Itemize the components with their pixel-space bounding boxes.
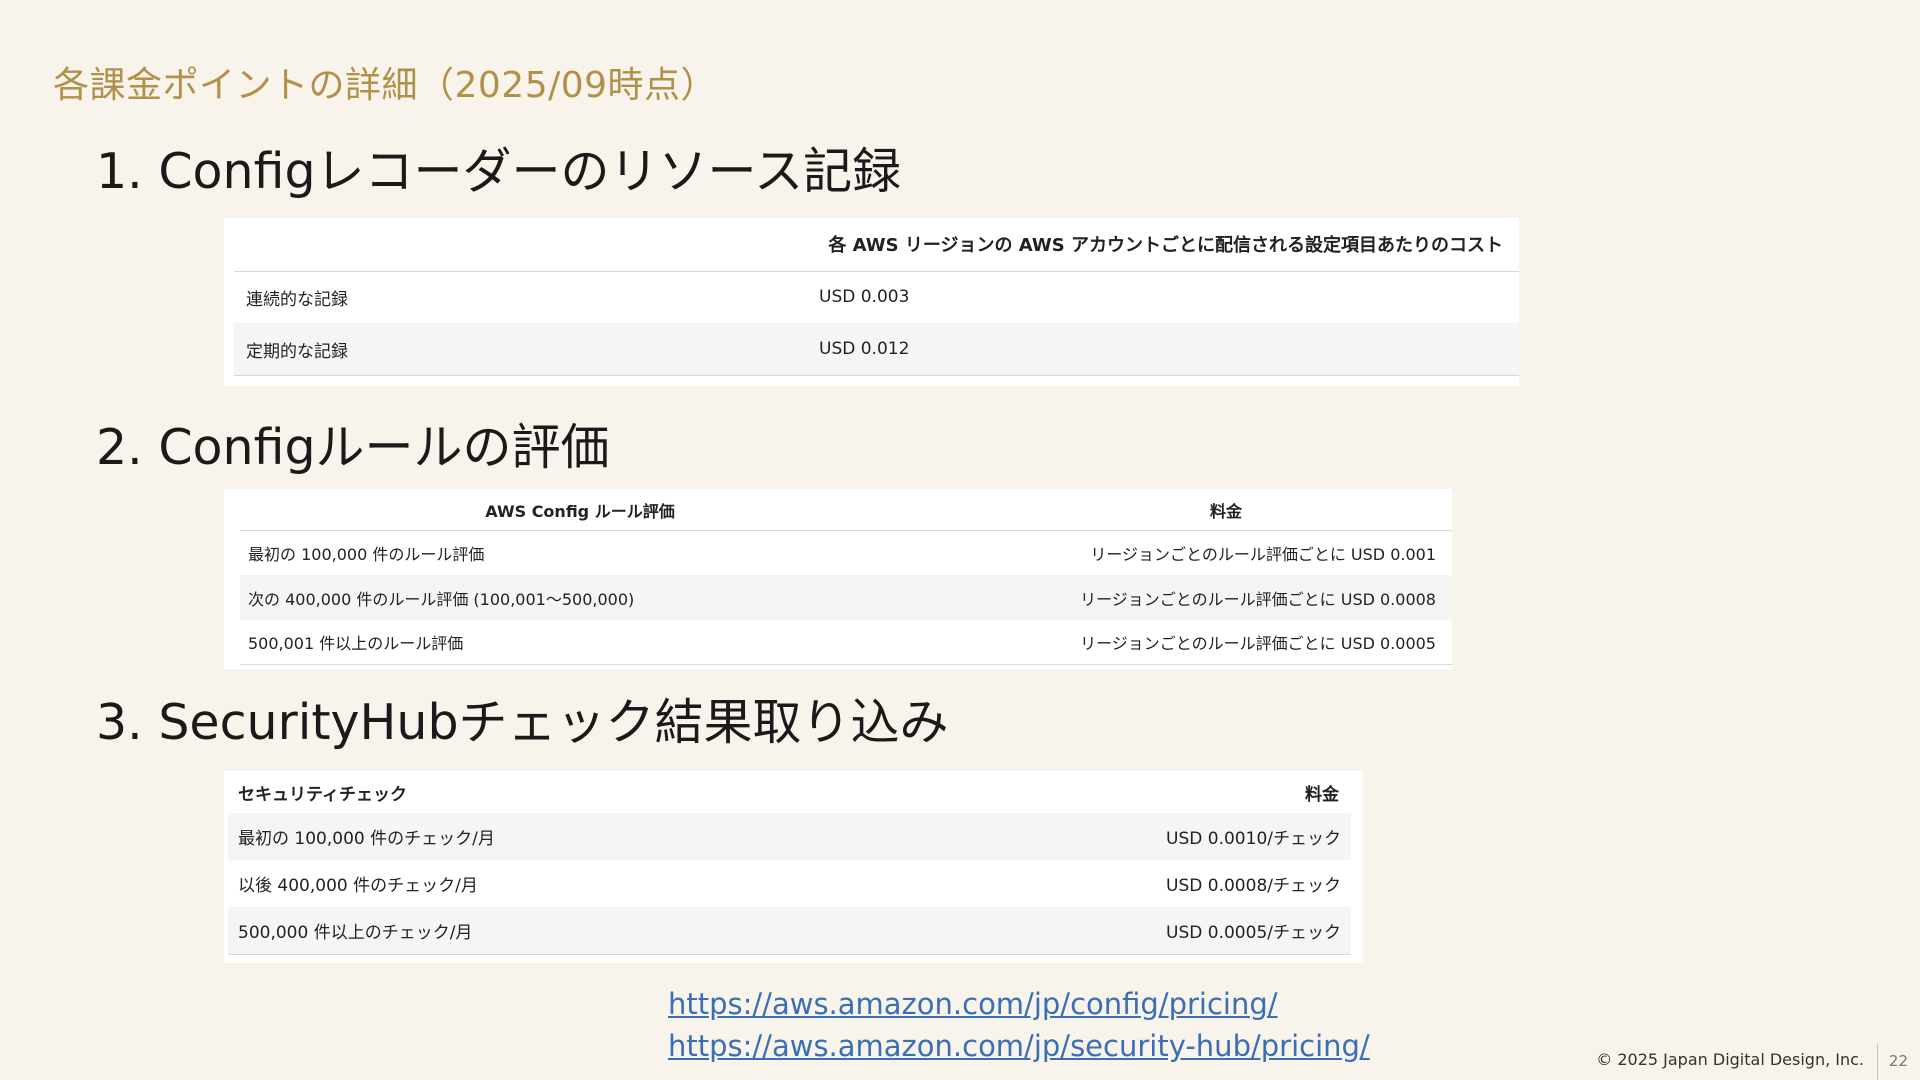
table-cell: 以後 400,000 件のチェック/月 [238,876,478,897]
config-pricing-link[interactable]: https://aws.amazon.com/jp/config/pricing… [668,983,1370,1025]
table-row: 以後 400,000 件のチェック/月 USD 0.0008/チェック [228,860,1351,907]
table-header-row: AWS Config ルール評価 料金 [240,489,1452,532]
security-hub-pricing-table: セキュリティチェック 料金 最初の 100,000 件のチェック/月 USD 0… [224,771,1363,963]
config-rules-pricing-table: AWS Config ルール評価 料金 最初の 100,000 件のルール評価 … [224,489,1452,669]
table-cell: 500,001 件以上のルール評価 [240,619,920,665]
table-row: 連続的な記録 USD 0.003 [234,271,1519,323]
table-cell: 定期的な記録 [234,323,726,377]
footer-divider [1877,1044,1878,1080]
table-header-row: 各 AWS リージョンの AWS アカウントごとに配信される設定項目あたりのコス… [234,218,1519,272]
table-header-cell [234,218,726,272]
table-cell: USD 0.0005/チェック [886,907,1351,956]
table-header-cell: セキュリティチェック [238,784,407,805]
section-heading-config-rules: 2. Configルールの評価 [96,419,610,476]
table-header-cell: 料金 [1305,784,1339,805]
page-title: 各課金ポイントの詳細（2025/09時点） [53,65,718,106]
table-header-cell: 料金 [920,489,1452,532]
table-cell: 連続的な記録 [246,289,348,310]
table-row: 次の 400,000 件のルール評価 (100,001〜500,000) リージ… [240,575,1452,620]
section-heading-config-recorder: 1. Configレコーダーのリソース記録 [96,143,902,200]
table-header-cell: 各 AWS リージョンの AWS アカウントごとに配信される設定項目あたりのコス… [725,218,1519,272]
table-cell: 最初の 100,000 件のルール評価 [248,545,485,565]
table-cell: USD 0.012 [725,323,1519,377]
table-cell: 最初の 100,000 件のチェック/月 [228,813,887,861]
page-number: 22 [1888,1052,1908,1070]
security-hub-pricing-link[interactable]: https://aws.amazon.com/jp/security-hub/p… [668,1025,1370,1067]
slide-footer: © 2025 Japan Digital Design, Inc. 22 [1580,1044,1920,1080]
table-row: 500,001 件以上のルール評価 リージョンごとのルール評価ごとに USD 0… [240,619,1452,665]
table-cell: USD 0.0010/チェック [886,813,1351,861]
table-cell: リージョンごとのルール評価ごとに USD 0.001 [1090,545,1436,565]
reference-links: https://aws.amazon.com/jp/config/pricing… [668,983,1370,1067]
section-heading-security-hub: 3. SecurityHubチェック結果取り込み [96,694,949,751]
copyright-text: © 2025 Japan Digital Design, Inc. [1596,1050,1864,1069]
table-cell: USD 0.0008/チェック [1166,876,1341,897]
table-cell: リージョンごとのルール評価ごとに USD 0.0008 [920,575,1452,620]
table-cell: 次の 400,000 件のルール評価 (100,001〜500,000) [240,575,920,620]
config-recorder-pricing-table: 各 AWS リージョンの AWS アカウントごとに配信される設定項目あたりのコス… [224,218,1519,386]
table-row: 定期的な記録 USD 0.012 [234,323,1519,377]
table-header-cell: AWS Config ルール評価 [240,489,920,532]
table-row: 500,000 件以上のチェック/月 USD 0.0005/チェック [228,907,1351,956]
table-cell: リージョンごとのルール評価ごとに USD 0.0005 [920,619,1452,665]
table-header-row: セキュリティチェック 料金 [228,771,1351,813]
table-cell: USD 0.003 [819,287,910,308]
table-row: 最初の 100,000 件のチェック/月 USD 0.0010/チェック [228,813,1351,861]
table-cell: 500,000 件以上のチェック/月 [228,907,887,956]
table-row: 最初の 100,000 件のルール評価 リージョンごとのルール評価ごとに USD… [240,531,1452,576]
